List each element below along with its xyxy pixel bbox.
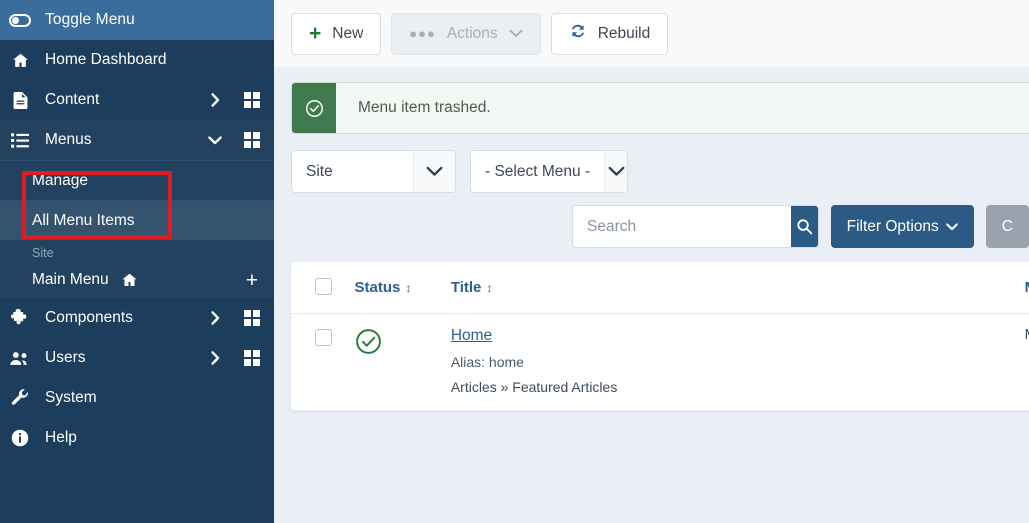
sidebar-subitem-label: Manage [32,171,89,189]
chevron-down-icon [413,151,455,192]
main-content: + New ●●● Actions Rebuild Menu item tras… [274,0,1029,523]
content-area: Menu item trashed. Site - Select Menu - [274,82,1029,411]
row-menu-cell: M [1025,314,1029,411]
home-icon [9,52,31,69]
dashboard-grid-icon[interactable] [230,132,274,148]
search-bar: Filter Options C [291,205,1029,248]
chevron-down-icon [604,151,627,192]
site-select-value: Site [306,162,333,180]
sort-icon[interactable]: ↕ [486,281,492,295]
select-all-header [291,262,355,314]
puzzle-icon [9,309,31,327]
toolbar: + New ●●● Actions Rebuild [274,0,1029,67]
site-select[interactable]: Site [291,150,456,193]
search-box [572,205,819,248]
actions-button-label: Actions [446,24,498,42]
sidebar-item-help[interactable]: Help [0,418,274,458]
sidebar-subitem-manage[interactable]: Manage [0,160,274,200]
table-row: Home Alias: home Articles » Featured Art… [291,314,1029,411]
sidebar-item-label: Users [45,349,86,366]
sidebar-item-label: Components [45,309,133,326]
sidebar-item-label: Menus [45,131,92,148]
menu-item-link[interactable]: Home [451,327,492,345]
sidebar-menu-main-menu[interactable]: Main Menu + [0,262,274,298]
sidebar-item-label: Content [45,91,100,108]
menu-select-value: - Select Menu - [485,162,591,180]
chevron-right-icon[interactable] [200,311,230,325]
search-input[interactable] [573,206,791,247]
sidebar-item-home-dashboard[interactable]: Home Dashboard [0,40,274,80]
menu-items-table: Status ↕ Title ↕ M [291,262,1029,411]
sidebar-item-system[interactable]: System [0,378,274,418]
clear-button-label: C [1001,217,1013,235]
column-header-title[interactable]: Title ↕ [450,262,1025,314]
row-checkbox[interactable] [315,329,332,346]
sidebar-menu-label: Main Menu [32,271,109,288]
row-status-cell [355,314,451,411]
sidebar-site-label: Site [0,240,274,262]
chevron-down-icon [945,218,958,236]
ellipsis-icon: ●●● [409,26,436,41]
clear-button[interactable]: C [985,205,1029,248]
filter-bar: Site - Select Menu - [291,150,1029,193]
sidebar: Toggle Menu Home Dashboard Content Menus… [0,0,274,523]
actions-button[interactable]: ●●● Actions [391,12,541,55]
chevron-right-icon[interactable] [200,93,230,107]
sort-icon[interactable]: ↕ [405,281,411,295]
sidebar-item-users[interactable]: Users [0,338,274,378]
plus-icon: + [309,22,322,45]
refresh-icon [569,22,587,45]
table-header-row: Status ↕ Title ↕ M [291,262,1029,314]
alert-text: Menu item trashed. [358,99,491,116]
menu-item-alias: Alias: home [450,354,524,370]
filter-options-button[interactable]: Filter Options [830,205,974,248]
chevron-down-icon [509,26,523,41]
select-all-checkbox[interactable] [315,278,332,295]
sidebar-subitem-label: All Menu Items [32,211,135,229]
new-button-label: New [332,24,364,42]
new-button[interactable]: + New [291,12,382,55]
dashboard-grid-icon[interactable] [230,350,274,366]
check-circle-icon[interactable] [355,328,382,359]
row-select-cell [291,314,355,411]
sidebar-subitem-all-menu-items[interactable]: All Menu Items [0,200,274,240]
chevron-down-icon[interactable] [200,135,230,145]
check-circle-icon [292,83,336,133]
alert-message: Menu item trashed. [291,82,1029,134]
column-header-menu[interactable]: M [1024,262,1029,314]
toggle-switch-icon [9,13,31,27]
dashboard-grid-icon[interactable] [230,310,274,326]
document-icon [9,91,31,109]
column-header-status[interactable]: Status ↕ [354,262,451,314]
add-menu-item-icon[interactable]: + [246,270,258,291]
list-icon [9,132,31,148]
app-root: Toggle Menu Home Dashboard Content Menus… [0,0,1029,523]
chevron-right-icon[interactable] [200,351,230,365]
toggle-menu-button[interactable]: Toggle Menu [0,0,274,40]
filter-options-label: Filter Options [846,217,939,235]
home-icon [121,272,138,288]
users-icon [9,351,31,366]
toggle-menu-label: Toggle Menu [45,11,135,28]
row-title-cell: Home Alias: home Articles » Featured Art… [451,314,1025,411]
sidebar-item-label: Help [45,429,77,446]
rebuild-button-label: Rebuild [597,24,651,42]
column-header-title-label: Title [450,279,482,296]
column-header-menu-label: M [1025,279,1029,296]
sidebar-item-label: System [45,389,97,406]
sidebar-item-content[interactable]: Content [0,80,274,120]
search-button[interactable] [791,206,818,247]
sidebar-item-label: Home Dashboard [45,51,167,68]
sidebar-item-components[interactable]: Components [0,298,274,338]
column-header-status-label: Status [354,279,401,296]
sidebar-item-menus[interactable]: Menus [0,120,274,160]
menu-item-path: Articles » Featured Articles [450,379,618,395]
dashboard-grid-icon[interactable] [230,92,274,108]
menu-select[interactable]: - Select Menu - [470,150,628,193]
menu-item-menu-label: M [1025,327,1029,343]
rebuild-button[interactable]: Rebuild [550,12,669,55]
wrench-icon [9,389,31,407]
info-icon [9,429,31,447]
